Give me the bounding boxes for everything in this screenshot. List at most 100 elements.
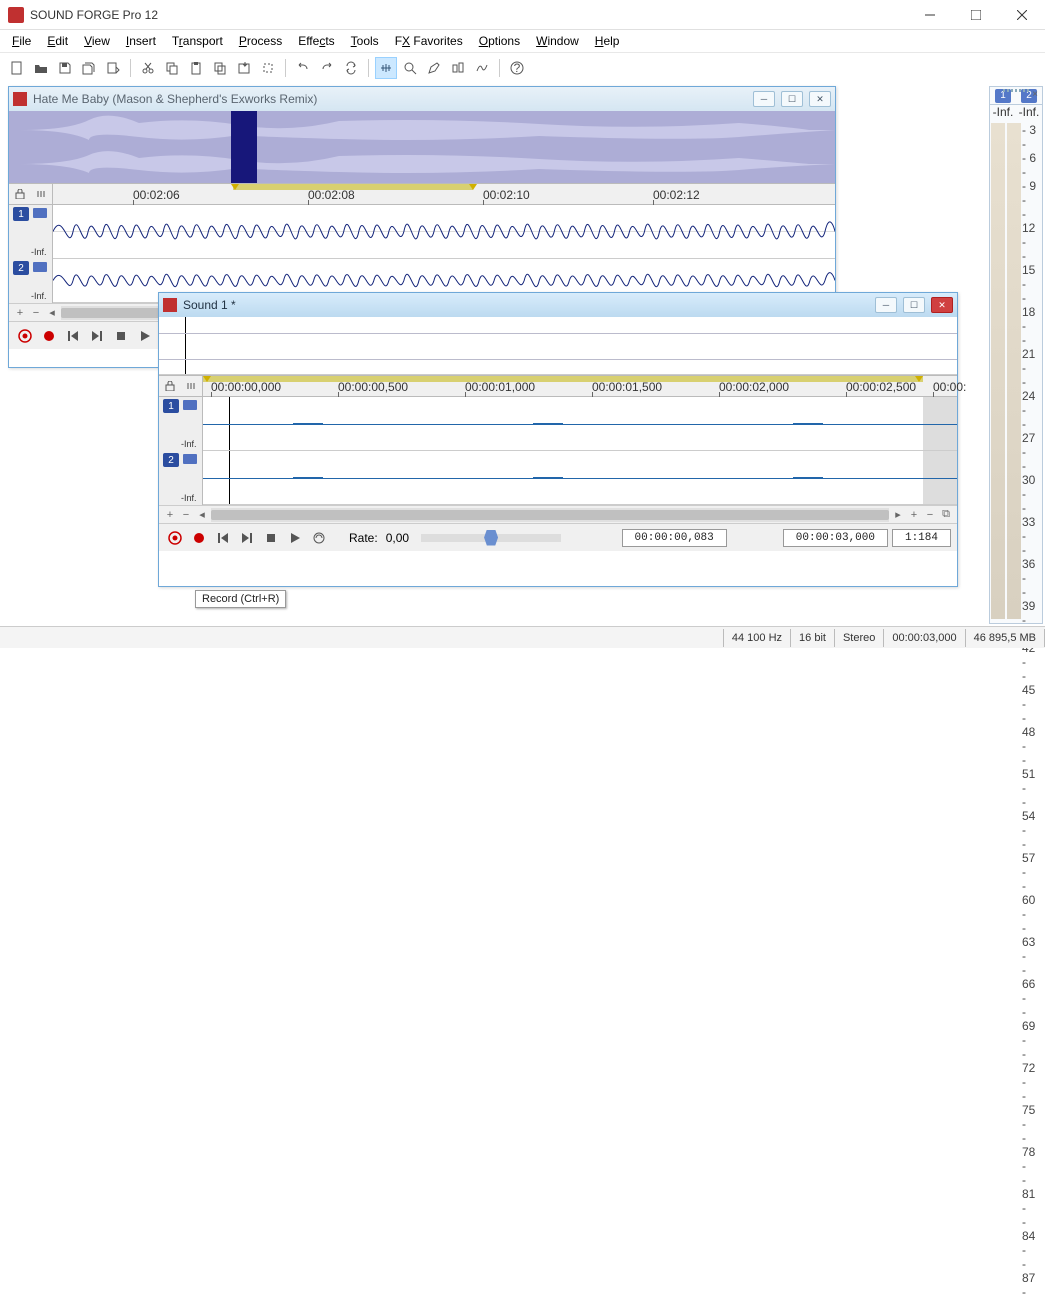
- doc2-go-start-button[interactable]: [213, 528, 233, 548]
- time-position[interactable]: 00:00:00,083: [622, 529, 727, 547]
- maximize-button[interactable]: [953, 0, 999, 30]
- doc1-close-button[interactable]: ✕: [809, 91, 831, 107]
- doc2-close-button[interactable]: ✕: [931, 297, 953, 313]
- zoom-out-h-button[interactable]: −: [923, 508, 937, 522]
- snap-icon[interactable]: [34, 187, 48, 201]
- channel-badge[interactable]: 2: [163, 453, 179, 467]
- doc1-play-button[interactable]: [135, 326, 155, 346]
- doc1-ruler[interactable]: 00:02:06 00:02:08 00:02:10 00:02:12: [9, 183, 835, 205]
- render-button[interactable]: [102, 57, 124, 79]
- doc2-overview[interactable]: [159, 317, 957, 375]
- snap-icon[interactable]: [184, 379, 198, 393]
- new-button[interactable]: [6, 57, 28, 79]
- scroll-left-button[interactable]: ◂: [45, 306, 59, 320]
- channel-badge[interactable]: 2: [13, 261, 29, 275]
- status-channels[interactable]: Stereo: [834, 629, 883, 647]
- saveall-button[interactable]: [78, 57, 100, 79]
- scroll-left-button[interactable]: ◂: [195, 508, 209, 522]
- doc1-minimize-button[interactable]: ─: [753, 91, 775, 107]
- channel-badge[interactable]: 1: [163, 399, 179, 413]
- doc2-play-button[interactable]: [285, 528, 305, 548]
- doc1-stop-button[interactable]: [111, 326, 131, 346]
- menu-fxfavorites[interactable]: FX Favorites: [387, 32, 471, 50]
- zoom-in-v-button[interactable]: +: [163, 508, 177, 522]
- menu-window[interactable]: Window: [528, 32, 587, 50]
- doc2-maximize-button[interactable]: ☐: [903, 297, 925, 313]
- undo-button[interactable]: [292, 57, 314, 79]
- status-bit-depth[interactable]: 16 bit: [790, 629, 834, 647]
- zoom-out-v-button[interactable]: −: [29, 306, 43, 320]
- zoom-fit-button[interactable]: ⧉: [939, 508, 953, 522]
- paste-replace-button[interactable]: [233, 57, 255, 79]
- doc1-go-start-button[interactable]: [63, 326, 83, 346]
- timeline-tick: 00:00:02,000: [719, 380, 789, 394]
- h-scrollbar[interactable]: [211, 508, 889, 522]
- doc1-arm-button[interactable]: [15, 326, 35, 346]
- help-button[interactable]: ?: [506, 57, 528, 79]
- doc1-go-end-button[interactable]: [87, 326, 107, 346]
- status-sample-rate[interactable]: 44 100 Hz: [723, 629, 790, 647]
- doc2-arm-button[interactable]: [165, 528, 185, 548]
- doc1-overview[interactable]: [9, 111, 835, 183]
- zoom-out-v-button[interactable]: −: [179, 508, 193, 522]
- trim-button[interactable]: [257, 57, 279, 79]
- rate-slider[interactable]: [421, 534, 561, 542]
- copy-button[interactable]: [161, 57, 183, 79]
- time-length[interactable]: 00:00:03,000: [783, 529, 888, 547]
- lock-icon[interactable]: [163, 379, 177, 393]
- mix-button[interactable]: [209, 57, 231, 79]
- menu-edit[interactable]: Edit: [39, 32, 76, 50]
- menu-help[interactable]: Help: [587, 32, 628, 50]
- menu-effects[interactable]: Effects: [290, 32, 342, 50]
- close-button[interactable]: [999, 0, 1045, 30]
- doc1-titlebar[interactable]: Hate Me Baby (Mason & Shepherd's Exworks…: [9, 87, 835, 111]
- document-window-2: Sound 1 * ─ ☐ ✕ 00:00:00,000 00:00:00,50…: [158, 292, 958, 587]
- menu-file[interactable]: File: [4, 32, 39, 50]
- redo-button[interactable]: [316, 57, 338, 79]
- event-tool-button[interactable]: [447, 57, 469, 79]
- menu-view[interactable]: View: [76, 32, 118, 50]
- meter-grip[interactable]: [1003, 89, 1029, 92]
- lock-icon[interactable]: [13, 187, 27, 201]
- pencil-button[interactable]: [423, 57, 445, 79]
- waveform-channel-2[interactable]: [203, 451, 957, 505]
- magnify-button[interactable]: [399, 57, 421, 79]
- zoom-in-h-button[interactable]: +: [907, 508, 921, 522]
- workspace: Hate Me Baby (Mason & Shepherd's Exworks…: [0, 82, 1045, 626]
- channel-mute-button[interactable]: [33, 262, 47, 272]
- scroll-right-button[interactable]: ▸: [891, 508, 905, 522]
- channel-mute-button[interactable]: [183, 400, 197, 410]
- zoom-ratio[interactable]: 1:184: [892, 529, 951, 547]
- envelope-button[interactable]: [471, 57, 493, 79]
- paste-button[interactable]: [185, 57, 207, 79]
- doc2-record-button[interactable]: [189, 528, 209, 548]
- doc1-record-button[interactable]: [39, 326, 59, 346]
- menu-transport[interactable]: Transport: [164, 32, 231, 50]
- doc2-stop-button[interactable]: [261, 528, 281, 548]
- channel-badge[interactable]: 1: [13, 207, 29, 221]
- doc2-scrub-button[interactable]: [309, 528, 329, 548]
- overview-selection[interactable]: [231, 111, 257, 183]
- edit-tool-button[interactable]: [375, 57, 397, 79]
- waveform-channel-1[interactable]: [203, 397, 957, 451]
- save-button[interactable]: [54, 57, 76, 79]
- doc2-ruler[interactable]: 00:00:00,000 00:00:00,500 00:00:01,000 0…: [159, 375, 957, 397]
- zoom-in-v-button[interactable]: +: [13, 306, 27, 320]
- doc2-minimize-button[interactable]: ─: [875, 297, 897, 313]
- meter-close-button[interactable]: ×: [1032, 89, 1038, 100]
- doc2-go-end-button[interactable]: [237, 528, 257, 548]
- menu-tools[interactable]: Tools: [343, 32, 387, 50]
- channel-mute-button[interactable]: [33, 208, 47, 218]
- doc2-titlebar[interactable]: Sound 1 * ─ ☐ ✕: [159, 293, 957, 317]
- menu-options[interactable]: Options: [471, 32, 528, 50]
- channel-mute-button[interactable]: [183, 454, 197, 464]
- menu-process[interactable]: Process: [231, 32, 290, 50]
- waveform-channel-1[interactable]: [53, 205, 835, 259]
- minimize-button[interactable]: [907, 0, 953, 30]
- menu-insert[interactable]: Insert: [118, 32, 164, 50]
- doc1-maximize-button[interactable]: ☐: [781, 91, 803, 107]
- repeat-button[interactable]: [340, 57, 362, 79]
- open-button[interactable]: [30, 57, 52, 79]
- cut-button[interactable]: [137, 57, 159, 79]
- status-length[interactable]: 00:00:03,000: [883, 629, 964, 647]
